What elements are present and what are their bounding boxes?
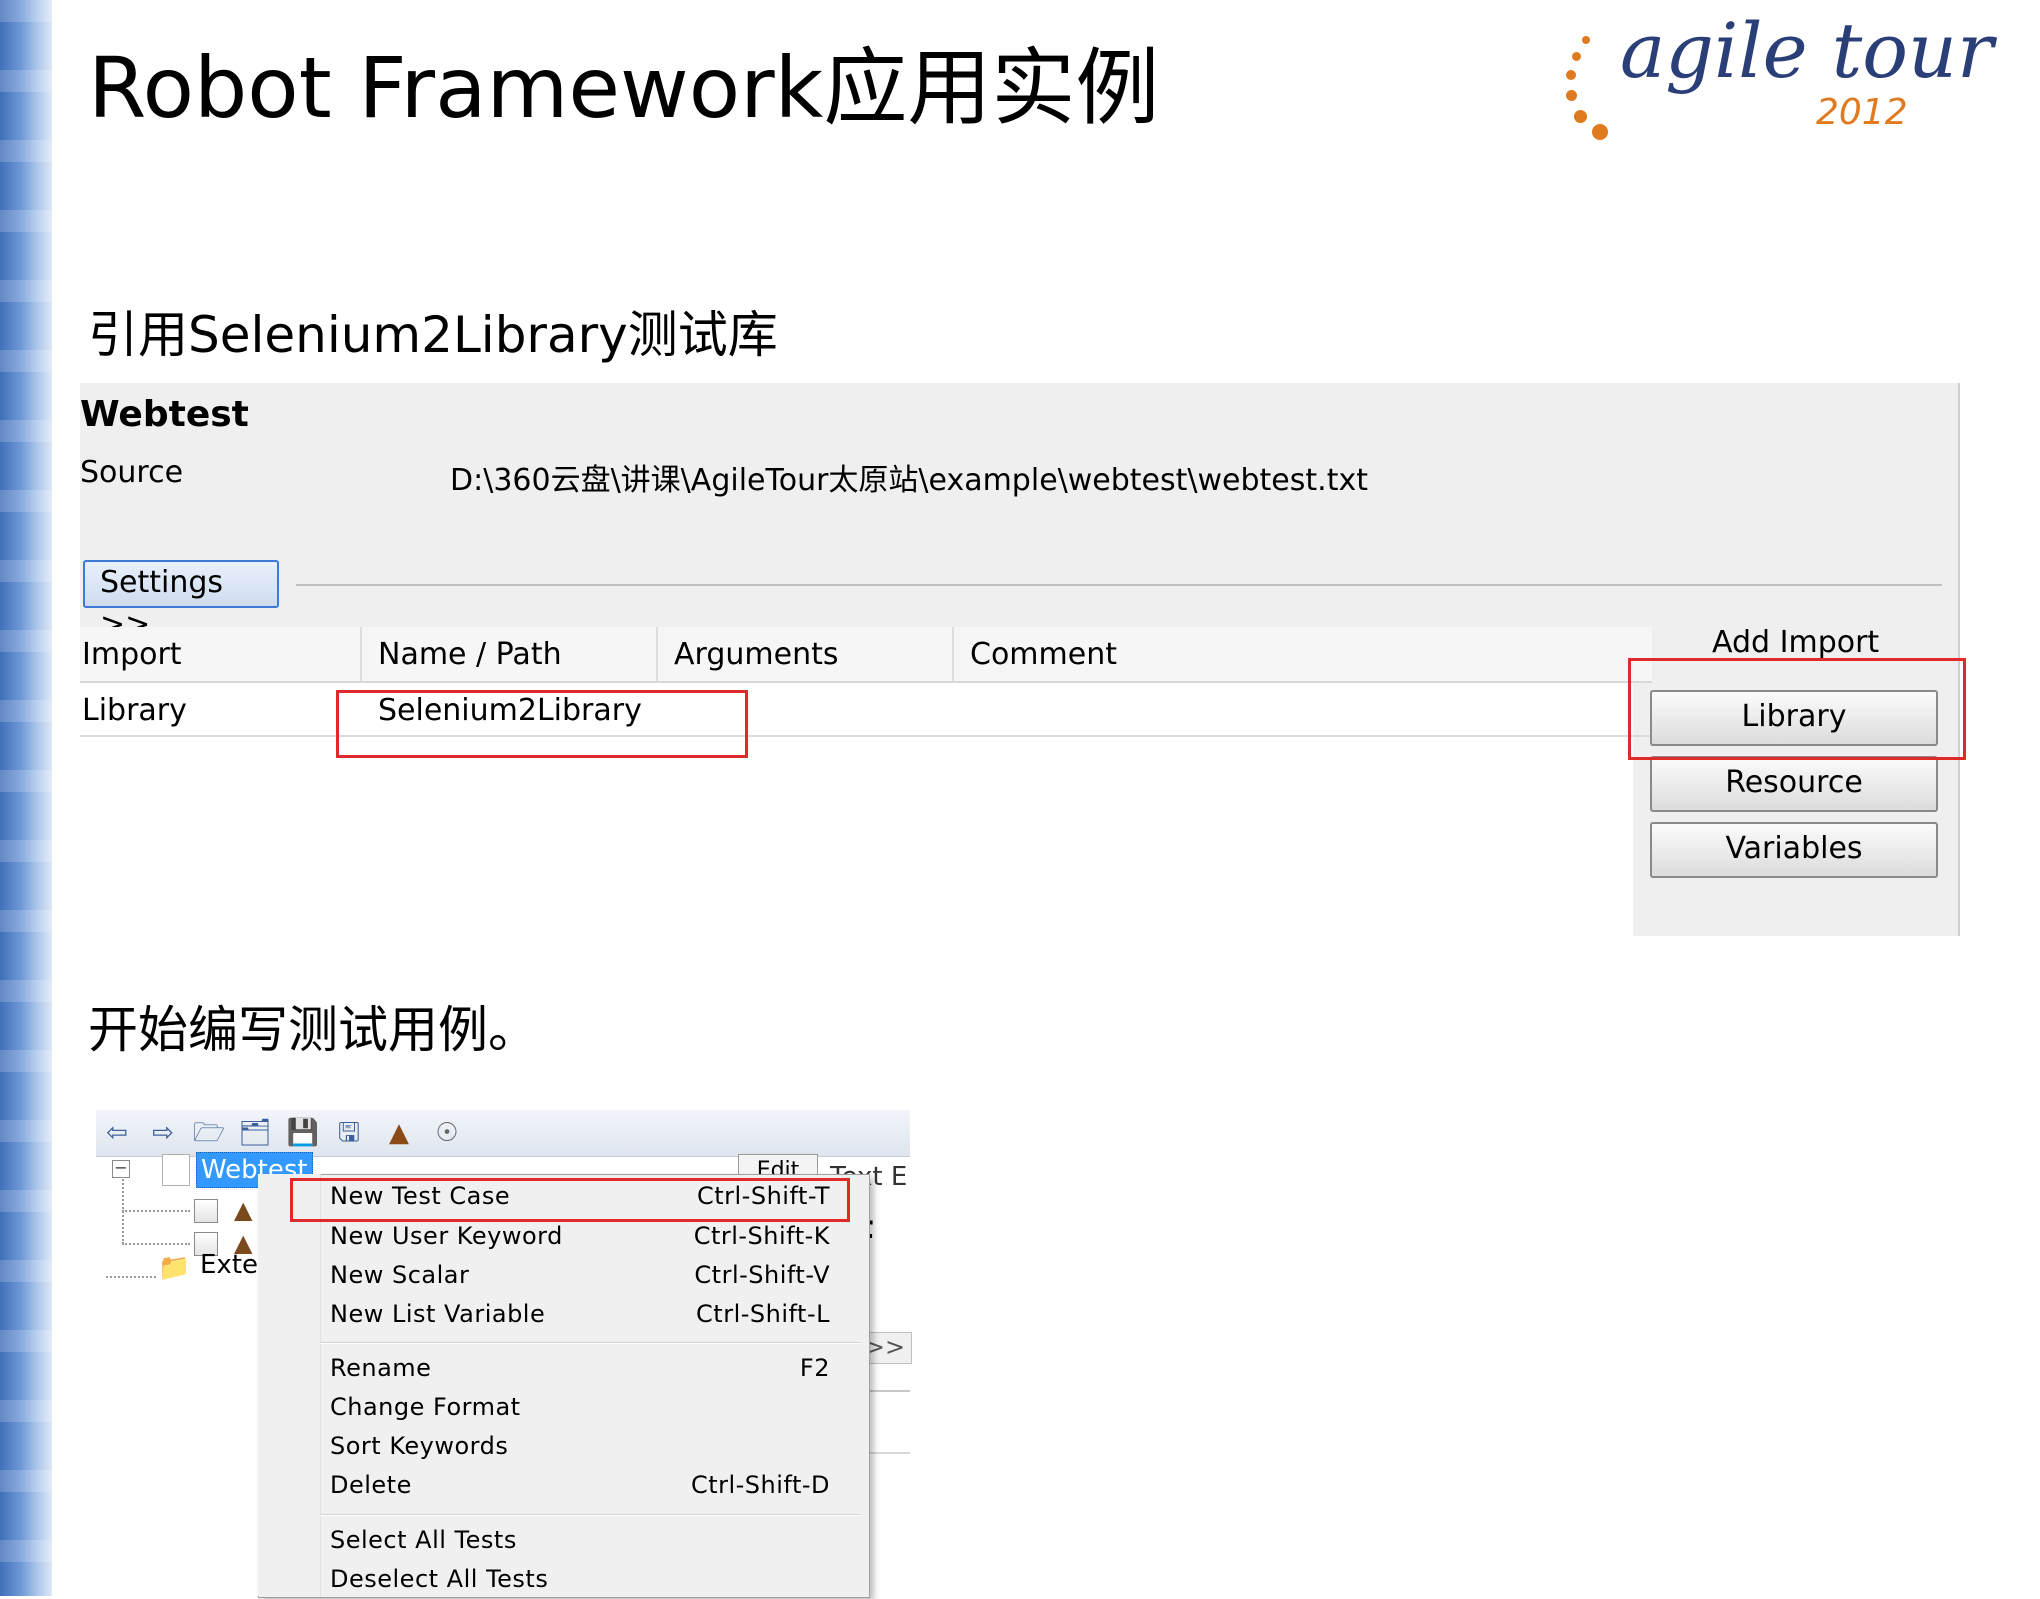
menu-item-label: Select All Tests <box>330 1526 517 1554</box>
menu-item-label: Deselect All Tests <box>330 1565 549 1593</box>
suite-name: Webtest <box>80 394 249 435</box>
section-heading-import-library: 引用Selenium2Library测试库 <box>88 306 778 364</box>
table-row[interactable]: Library Selenium2Library <box>80 683 1652 737</box>
menu-item-shortcut: Ctrl-Shift-K <box>693 1222 830 1250</box>
menu-item-shortcut: Ctrl-Shift-L <box>696 1300 830 1328</box>
source-path: D:\360云盘\讲课\AgileTour太原站\example\webtest… <box>450 463 1368 498</box>
context-menu-gutter <box>258 1174 321 1596</box>
ride-toolbar: ⇦ ⇨ 🗁 🗂 💾 🖫 ▲ ☉ <box>96 1110 910 1157</box>
section-heading-write-tests: 开始编写测试用例。 <box>88 1001 538 1059</box>
left-decorative-stripe <box>0 0 52 1596</box>
highlight-new-test-case <box>290 1178 850 1222</box>
source-label: Source <box>80 455 184 490</box>
logo-text: agile tour <box>1620 6 1994 95</box>
menu-item-label: Delete <box>330 1471 412 1499</box>
menu-item-sort-keywords[interactable]: Sort Keywords <box>330 1426 830 1466</box>
menu-item-new-list-variable[interactable]: New List Variable Ctrl-Shift-L <box>330 1294 830 1334</box>
tree-item-external-resources[interactable]: Exte <box>200 1250 258 1280</box>
add-import-label: Add Import <box>1712 625 1880 660</box>
menu-item-label: New User Keyword <box>330 1222 563 1250</box>
menu-item-deselect-all-tests[interactable]: Deselect All Tests <box>330 1559 830 1599</box>
menu-item-new-user-keyword[interactable]: New User Keyword Ctrl-Shift-K <box>330 1216 830 1256</box>
column-header-comment: Comment <box>970 637 1117 672</box>
settings-toggle-button[interactable]: Settings >> <box>83 560 279 642</box>
menu-item-label: Change Format <box>330 1393 521 1421</box>
forward-icon[interactable]: ⇨ <box>146 1118 180 1148</box>
settings-divider <box>296 584 1942 586</box>
back-icon[interactable]: ⇦ <box>100 1118 134 1148</box>
run-icon[interactable]: ▲ <box>382 1118 416 1148</box>
menu-item-shortcut: Ctrl-Shift-D <box>690 1471 830 1499</box>
menu-separator <box>320 1514 860 1516</box>
document-icon <box>162 1154 190 1186</box>
highlight-library-name <box>336 690 748 758</box>
menu-item-new-scalar[interactable]: New Scalar Ctrl-Shift-V <box>330 1255 830 1295</box>
column-header-import: Import <box>82 637 182 672</box>
open-folder-icon[interactable]: 🗂 <box>238 1118 272 1148</box>
highlight-library-button <box>1628 658 1966 760</box>
column-header-arguments: Arguments <box>674 637 839 672</box>
add-resource-button[interactable]: Resource <box>1650 756 1938 812</box>
tree-connector <box>106 1276 156 1278</box>
open-directory-icon[interactable]: 🗁 <box>192 1118 226 1148</box>
suite-header-background <box>80 383 1960 643</box>
menu-item-change-format[interactable]: Change Format <box>330 1387 830 1427</box>
test-case-icon: ▲ <box>234 1196 253 1224</box>
menu-item-delete[interactable]: Delete Ctrl-Shift-D <box>330 1465 830 1505</box>
menu-item-shortcut: Ctrl-Shift-V <box>694 1261 830 1289</box>
stop-icon[interactable]: ☉ <box>430 1118 464 1148</box>
menu-item-label: Rename <box>330 1354 432 1382</box>
imports-table-header: Import Name / Path Arguments Comment <box>80 627 1652 683</box>
import-type-cell[interactable]: Library <box>82 693 187 728</box>
save-icon[interactable]: 💾 <box>286 1118 320 1148</box>
menu-item-label: New List Variable <box>330 1300 546 1328</box>
menu-item-label: Sort Keywords <box>330 1432 509 1460</box>
slide-title: Robot Framework应用实例 <box>88 39 1160 137</box>
tree-connector <box>122 1210 190 1212</box>
tree-connector <box>122 1243 190 1245</box>
test-checkbox[interactable] <box>194 1199 218 1223</box>
add-variables-button[interactable]: Variables <box>1650 822 1938 878</box>
menu-item-rename[interactable]: Rename F2 <box>330 1348 830 1388</box>
folder-icon: 📁 <box>158 1253 191 1283</box>
menu-item-select-all-tests[interactable]: Select All Tests <box>330 1520 830 1560</box>
collapse-toggle-icon[interactable]: − <box>112 1160 130 1178</box>
menu-separator <box>320 1342 860 1344</box>
logo-year: 2012 <box>1816 92 1908 133</box>
save-all-icon[interactable]: 🖫 <box>332 1118 366 1148</box>
menu-item-shortcut: F2 <box>799 1354 830 1382</box>
menu-item-label: New Scalar <box>330 1261 470 1289</box>
column-header-name-path: Name / Path <box>378 637 562 672</box>
